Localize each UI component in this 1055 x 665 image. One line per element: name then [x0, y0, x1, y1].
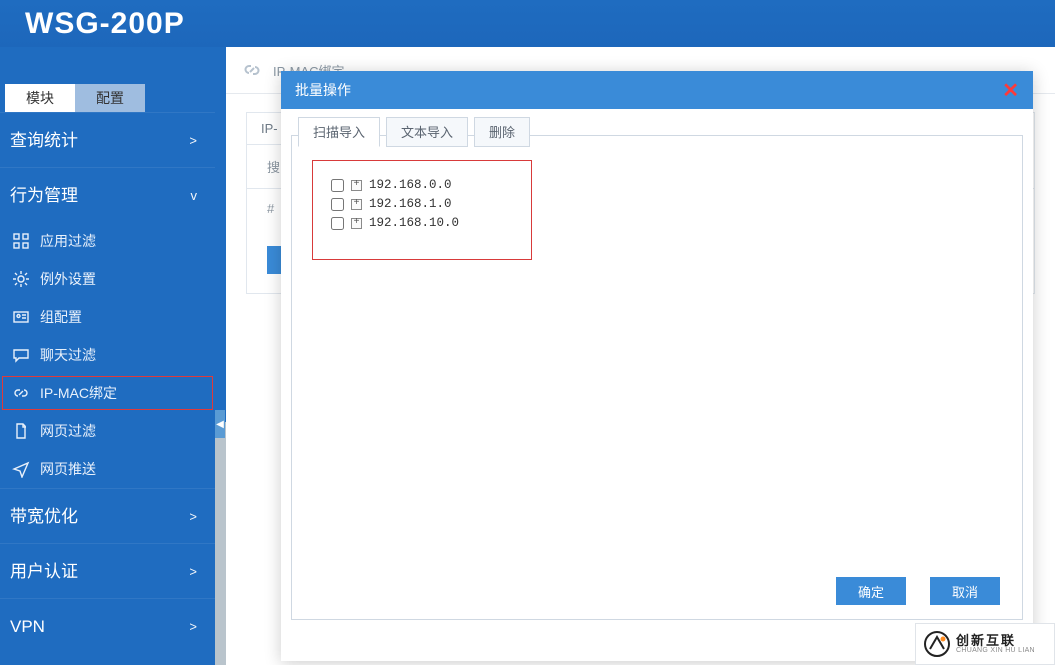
- chevron-down-icon: v: [191, 168, 198, 223]
- tab-config[interactable]: 配置: [75, 84, 145, 112]
- sidebar-item-label: 网页推送: [40, 459, 96, 479]
- sidebar: 模块 配置 查询统计 > 行为管理 v 应用过滤 例外设置 组配置: [0, 47, 215, 665]
- navgroup-label: 用户认证: [10, 544, 78, 599]
- link-icon: [12, 384, 30, 402]
- brand-name: 创新互联: [956, 634, 1035, 648]
- tree-node[interactable]: + 192.168.1.0: [331, 197, 513, 211]
- app-header: WSG-200P: [0, 0, 1055, 47]
- sidebar-item-web-push[interactable]: 网页推送: [0, 450, 215, 488]
- navgroup-bandwidth[interactable]: 带宽优化 >: [0, 488, 215, 543]
- modal-titlebar: 批量操作 ✕: [281, 71, 1033, 109]
- tree-checkbox[interactable]: [331, 217, 344, 230]
- tab-module[interactable]: 模块: [5, 84, 75, 112]
- tab-scan-import[interactable]: 扫描导入: [298, 117, 380, 147]
- navgroup-label: 带宽优化: [10, 489, 78, 544]
- sidebar-item-label: 组配置: [40, 307, 82, 327]
- sidebar-item-label: IP-MAC绑定: [40, 383, 117, 403]
- modal-inner: 扫描导入 文本导入 删除 + 192.168.0.0 +: [291, 135, 1023, 620]
- navgroup-label: VPN: [10, 599, 45, 654]
- sidebar-item-web-filter[interactable]: 网页过滤: [0, 412, 215, 450]
- navgroup-behavior-items: 应用过滤 例外设置 组配置 聊天过滤 IP-MAC绑定 网页过滤: [0, 222, 215, 488]
- modal-footer: 确定 取消: [836, 577, 1000, 605]
- close-icon[interactable]: ✕: [1002, 78, 1019, 103]
- tree-node[interactable]: + 192.168.0.0: [331, 178, 513, 192]
- sidebar-item-app-filter[interactable]: 应用过滤: [0, 222, 215, 260]
- chat-icon: [12, 346, 30, 364]
- tree-node[interactable]: + 192.168.10.0: [331, 216, 513, 230]
- sidebar-item-label: 网页过滤: [40, 421, 96, 441]
- tab-text-import[interactable]: 文本导入: [386, 117, 468, 147]
- tree-checkbox[interactable]: [331, 198, 344, 211]
- batch-modal: 批量操作 ✕ 扫描导入 文本导入 删除 + 192.168.0.0: [281, 71, 1033, 661]
- tree-label: 192.168.10.0: [369, 216, 459, 230]
- main-content: IP-MAC绑定 IP- 搜 # 备 批量操作 ✕ 扫描导入 文本导入: [226, 47, 1055, 665]
- modal-title: 批量操作: [295, 80, 351, 100]
- col-index: #: [267, 201, 274, 220]
- ok-button[interactable]: 确定: [836, 577, 906, 605]
- page-icon: [12, 422, 30, 440]
- navgroup-label: 行为管理: [10, 168, 78, 223]
- grid-icon: [12, 232, 30, 250]
- sidebar-item-label: 应用过滤: [40, 231, 96, 251]
- sidebar-item-exception[interactable]: 例外设置: [0, 260, 215, 298]
- brand-subtitle: CHUANG XIN HU LIAN: [956, 647, 1035, 654]
- sidebar-tabbar: 模块 配置: [0, 47, 215, 112]
- id-card-icon: [12, 308, 30, 326]
- sidebar-collapse-handle[interactable]: ◀: [215, 410, 225, 438]
- chevron-right-icon: >: [189, 113, 197, 168]
- navgroup-query[interactable]: 查询统计 >: [0, 112, 215, 167]
- expand-icon[interactable]: +: [351, 199, 362, 210]
- tree-checkbox[interactable]: [331, 179, 344, 192]
- navgroup-auth[interactable]: 用户认证 >: [0, 543, 215, 598]
- navgroup-behavior[interactable]: 行为管理 v: [0, 167, 215, 222]
- send-icon: [12, 460, 30, 478]
- tab-delete[interactable]: 删除: [474, 117, 530, 147]
- cancel-button[interactable]: 取消: [930, 577, 1000, 605]
- brand-badge: 创新互联 CHUANG XIN HU LIAN: [915, 623, 1055, 665]
- navgroup-vpn[interactable]: VPN >: [0, 598, 215, 653]
- expand-icon[interactable]: +: [351, 218, 362, 229]
- tree-label: 192.168.1.0: [369, 197, 452, 211]
- sidebar-item-ip-mac[interactable]: IP-MAC绑定: [0, 374, 215, 412]
- chevron-right-icon: >: [189, 489, 197, 544]
- modal-tabs: 扫描导入 文本导入 删除: [298, 117, 530, 147]
- chevron-right-icon: >: [189, 599, 197, 654]
- link-icon: [241, 59, 263, 81]
- gear-icon: [12, 270, 30, 288]
- product-title: WSG-200P: [25, 7, 185, 41]
- brand-logo-icon: [924, 631, 950, 657]
- sidebar-item-label: 例外设置: [40, 269, 96, 289]
- sidebar-scroll-thumb[interactable]: [215, 47, 226, 422]
- sidebar-item-chat-filter[interactable]: 聊天过滤: [0, 336, 215, 374]
- sidebar-item-group[interactable]: 组配置: [0, 298, 215, 336]
- tree-label: 192.168.0.0: [369, 178, 452, 192]
- expand-icon[interactable]: +: [351, 180, 362, 191]
- navgroup-label: 查询统计: [10, 113, 78, 168]
- chevron-right-icon: >: [189, 544, 197, 599]
- sidebar-item-label: 聊天过滤: [40, 345, 96, 365]
- ip-tree: + 192.168.0.0 + 192.168.1.0 + 192.168.10…: [312, 160, 532, 260]
